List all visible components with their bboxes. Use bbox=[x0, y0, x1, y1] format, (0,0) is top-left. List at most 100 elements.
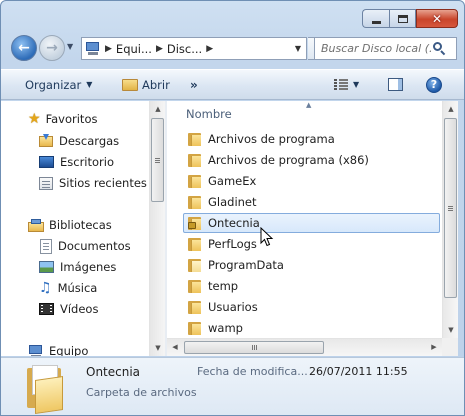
nav-item-videos[interactable]: Vídeos bbox=[39, 299, 98, 319]
file-row[interactable]: ProgramData bbox=[183, 255, 440, 275]
file-row[interactable]: wamp bbox=[183, 318, 440, 338]
file-row[interactable]: PerfLogs bbox=[183, 234, 440, 254]
details-view-icon bbox=[334, 79, 348, 90]
more-label: » bbox=[190, 77, 198, 92]
nav-item-documents[interactable]: Documentos bbox=[40, 236, 131, 256]
scrollbar-corner bbox=[442, 338, 458, 356]
recent-pages-dropdown[interactable]: ▼ bbox=[67, 42, 73, 51]
explorer-window: ✕ ← → ▼ ▶ Equi... ▶ Disc... ▶ ▼ ↻ Organi… bbox=[0, 0, 465, 416]
minimize-button[interactable] bbox=[362, 9, 389, 28]
computer-icon bbox=[85, 41, 101, 56]
file-row[interactable]: Gladinet bbox=[183, 192, 440, 212]
folder-icon bbox=[188, 195, 201, 209]
scrollbar-thumb[interactable] bbox=[151, 118, 164, 202]
address-bar[interactable]: ▶ Equi... ▶ Disc... ▶ ▼ bbox=[81, 37, 307, 60]
scrollbar-thumb[interactable] bbox=[444, 118, 457, 298]
folder-icon bbox=[23, 364, 65, 414]
scroll-left-button[interactable]: ◀ bbox=[167, 339, 183, 355]
minimize-icon bbox=[371, 20, 381, 24]
videos-icon bbox=[39, 303, 54, 315]
file-row-name: Archivos de programa bbox=[208, 132, 335, 146]
nav-item-downloads[interactable]: Descargas bbox=[39, 131, 119, 151]
address-dropdown[interactable]: ▼ bbox=[290, 38, 306, 59]
file-row-name: Gladinet bbox=[208, 195, 257, 209]
file-row-name: Usuarios bbox=[208, 300, 258, 314]
details-item-type: Carpeta de archivos bbox=[86, 386, 197, 399]
details-date-value[interactable]: 26/07/2011 11:55 bbox=[309, 365, 408, 378]
change-view-button[interactable]: ▼ bbox=[334, 70, 359, 99]
maximize-button[interactable] bbox=[389, 9, 416, 28]
file-list-vertical-scrollbar[interactable]: ▲ ▼ bbox=[442, 101, 458, 338]
nav-item-pictures[interactable]: Imágenes bbox=[39, 257, 116, 277]
file-row[interactable]: Archivos de programa bbox=[183, 129, 440, 149]
grip-icon bbox=[448, 205, 453, 211]
search-box[interactable] bbox=[314, 37, 457, 60]
navigation-row: ← → ▼ ▶ Equi... ▶ Disc... ▶ ▼ ↻ bbox=[1, 34, 464, 62]
sort-ascending-icon: ▲ bbox=[306, 101, 312, 109]
file-row-name: PerfLogs bbox=[208, 237, 257, 251]
arrow-left-icon: ← bbox=[18, 40, 30, 56]
breadcrumb-separator[interactable]: ▶ bbox=[105, 44, 112, 54]
nav-computer-label: Equipo bbox=[49, 344, 89, 356]
mouse-cursor-icon bbox=[260, 227, 274, 247]
breadcrumb-separator[interactable]: ▶ bbox=[156, 44, 163, 54]
details-pane: Ontecnia Carpeta de archivos Fecha de mo… bbox=[1, 357, 464, 415]
nav-item-label: Documentos bbox=[58, 239, 131, 253]
nav-favorites[interactable]: ★ Favoritos bbox=[28, 109, 97, 129]
locked-folder-icon bbox=[188, 216, 201, 230]
file-row[interactable]: Archivos de programa (x86) bbox=[183, 150, 440, 170]
navigation-pane: ★ Favoritos Descargas Escritorio Sitios … bbox=[1, 101, 165, 356]
breadcrumb-computer[interactable]: Equi... bbox=[116, 42, 152, 56]
scroll-right-button[interactable]: ▶ bbox=[426, 339, 442, 355]
file-row[interactable]: Ontecnia bbox=[183, 213, 440, 233]
organize-button[interactable]: Organizar ▼ bbox=[25, 70, 92, 99]
folder-icon bbox=[188, 279, 201, 293]
nav-libraries-label: Bibliotecas bbox=[49, 218, 112, 232]
nav-computer[interactable]: Equipo bbox=[28, 341, 88, 356]
chevron-down-icon: ▼ bbox=[86, 80, 93, 89]
column-name-label: Nombre bbox=[186, 107, 232, 121]
scroll-down-button[interactable]: ▼ bbox=[443, 322, 459, 338]
caption-buttons: ✕ bbox=[362, 9, 458, 28]
scrollbar-thumb[interactable] bbox=[184, 341, 324, 354]
file-list: ▲ Nombre Archivos de programa Archivos de… bbox=[167, 101, 457, 356]
navigation-scrollbar[interactable]: ▲ ▼ bbox=[149, 101, 165, 356]
star-icon: ★ bbox=[28, 111, 41, 127]
open-folder-icon bbox=[122, 78, 138, 91]
nav-libraries[interactable]: Bibliotecas bbox=[28, 215, 112, 235]
folder-icon bbox=[188, 300, 201, 314]
help-button[interactable]: ? bbox=[426, 70, 442, 99]
close-icon: ✕ bbox=[431, 11, 443, 26]
open-button[interactable]: Abrir bbox=[122, 70, 170, 99]
folder-icon bbox=[188, 237, 201, 251]
scroll-down-button[interactable]: ▼ bbox=[150, 340, 166, 356]
computer-icon bbox=[28, 344, 44, 356]
scroll-up-button[interactable]: ▲ bbox=[443, 101, 459, 117]
file-row[interactable]: temp bbox=[183, 276, 440, 296]
breadcrumb-separator[interactable]: ▶ bbox=[206, 44, 213, 54]
close-button[interactable]: ✕ bbox=[416, 9, 458, 28]
downloads-icon bbox=[39, 134, 53, 148]
file-row-name: Archivos de programa (x86) bbox=[208, 153, 369, 167]
file-row[interactable]: GameEx bbox=[183, 171, 440, 191]
nav-item-desktop[interactable]: Escritorio bbox=[39, 152, 114, 172]
forward-button[interactable]: → bbox=[39, 35, 65, 61]
search-icon[interactable] bbox=[433, 42, 446, 56]
preview-pane-button[interactable] bbox=[388, 70, 403, 99]
back-button[interactable]: ← bbox=[11, 35, 37, 61]
more-commands-button[interactable]: » bbox=[190, 70, 198, 99]
scroll-up-button[interactable]: ▲ bbox=[150, 101, 166, 117]
column-header-name[interactable]: ▲ Nombre bbox=[167, 101, 442, 125]
search-input[interactable] bbox=[315, 42, 433, 55]
chevron-down-icon[interactable]: ▼ bbox=[353, 80, 359, 89]
file-row-name: ProgramData bbox=[208, 258, 284, 272]
command-bar: Organizar ▼ Abrir » ▼ ? bbox=[1, 69, 464, 100]
breadcrumb-local-disk[interactable]: Disc... bbox=[167, 42, 202, 56]
nav-item-label: Descargas bbox=[59, 134, 120, 148]
file-row[interactable]: Usuarios bbox=[183, 297, 440, 317]
grip-icon bbox=[155, 157, 160, 163]
pictures-icon bbox=[39, 261, 54, 273]
file-list-horizontal-scrollbar[interactable]: ◀ ▶ bbox=[167, 338, 442, 356]
nav-item-music[interactable]: ♫ Música bbox=[39, 278, 97, 298]
nav-item-recent-places[interactable]: Sitios recientes bbox=[39, 173, 147, 193]
